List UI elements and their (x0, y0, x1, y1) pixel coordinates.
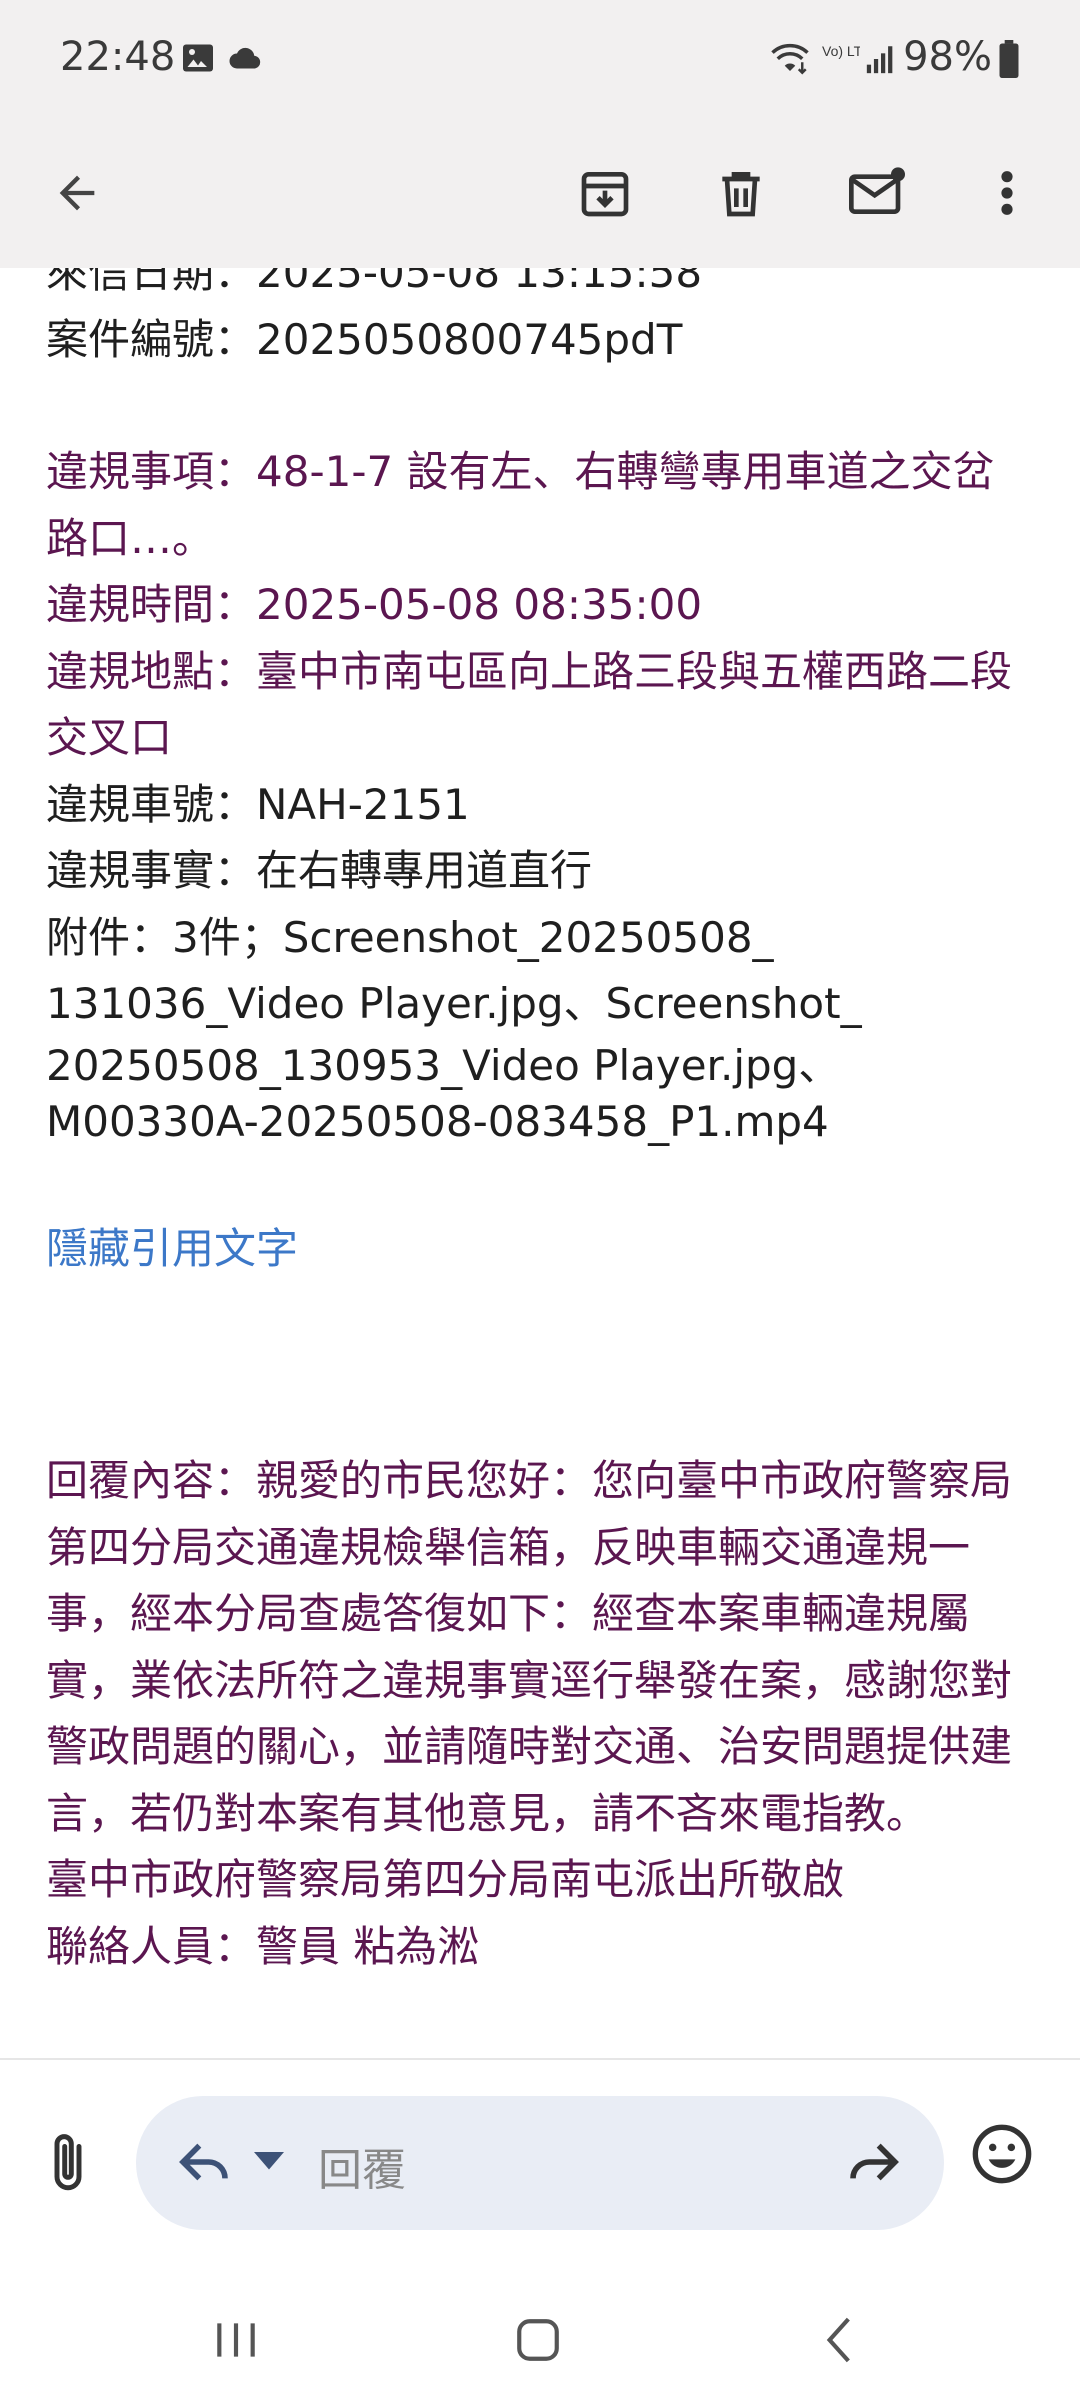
attachments-line: M00330A-20250508-083458_P1.mp4 (46, 1096, 829, 1146)
email-body: 來信日期：2025-05-08 13:15:58 案件編號：2025050800… (0, 268, 1080, 2058)
system-nav-bar (0, 2280, 1080, 2400)
battery-percent: 98% (903, 34, 992, 80)
more-options-button[interactable] (962, 148, 1052, 238)
home-icon (517, 2319, 559, 2361)
violation-item: 違規事項：48-1-7 設有左、右轉彎專用車道之交岔路口…。 (46, 447, 995, 563)
received-date: 來信日期：2025-05-08 13:15:58 (46, 268, 703, 297)
attachments-line: 20250508_130953_Video Player.jpg、 (46, 1040, 841, 1090)
reply-content: 回覆內容：親愛的市民您好：您向臺中市政府警察局第四分局交通違規檢舉信箱，反映車輛… (46, 1456, 1013, 1838)
emoji-icon (972, 2124, 1032, 2184)
delete-button[interactable] (696, 148, 786, 238)
archive-button[interactable] (560, 148, 650, 238)
attachment-icon (54, 2134, 82, 2191)
signal-icon (864, 42, 898, 80)
volte-label: Vo) LTE (822, 43, 860, 59)
mark-unread-button[interactable] (832, 148, 922, 238)
contact-person: 聯絡人員：警員 粘為淞 (46, 1921, 480, 1971)
recents-icon (217, 2323, 255, 2357)
plate-number: 違規車號：NAH-2151 (46, 779, 470, 829)
back-button[interactable] (32, 148, 122, 238)
reply-placeholder: 回覆 (318, 2145, 406, 2196)
more-vert-icon (1001, 171, 1013, 215)
home-button[interactable] (498, 2310, 578, 2370)
status-bar: 22:48 Vo) LTE 98% (0, 0, 1080, 120)
signature: 臺中市政府警察局第四分局南屯派出所敬啟 (46, 1855, 845, 1904)
attach-button[interactable] (28, 2118, 108, 2208)
nav-back-button[interactable] (800, 2310, 880, 2370)
wifi-icon (766, 36, 814, 82)
reply-input-pill[interactable]: 回覆 (136, 2096, 944, 2230)
caret-down-icon[interactable] (254, 2152, 284, 2176)
cloud-icon (226, 40, 266, 80)
archive-icon (581, 172, 629, 217)
volte-icon: Vo) LTE (820, 42, 872, 82)
back-icon (826, 2317, 850, 2363)
hide-quoted-text-link[interactable]: 隱藏引用文字 (46, 1216, 1036, 1283)
attachments-line: 附件：3件；Screenshot_20250508_ (46, 912, 774, 962)
back-arrow-icon (59, 175, 95, 211)
violation-fact: 違規事實：在右轉專用道直行 (46, 846, 593, 895)
emoji-button[interactable] (970, 2122, 1050, 2202)
delete-icon (722, 172, 760, 217)
violation-location: 違規地點：臺中市南屯區向上路三段與五權西路二段交叉口 (46, 646, 1013, 763)
forward-icon[interactable] (844, 2134, 904, 2194)
image-icon (180, 40, 216, 80)
battery-icon (998, 40, 1020, 82)
email-toolbar (0, 120, 1080, 268)
recents-button[interactable] (196, 2310, 276, 2370)
violation-time: 違規時間：2025-05-08 08:35:00 (46, 580, 703, 629)
reply-icon[interactable] (174, 2134, 234, 2194)
attachments-line: 131036_Video Player.jpg、Screenshot_ (46, 979, 862, 1028)
mark-unread-icon (849, 167, 905, 214)
case-number: 案件編號：2025050800745pdT (46, 314, 683, 364)
status-time: 22:48 (60, 34, 176, 80)
